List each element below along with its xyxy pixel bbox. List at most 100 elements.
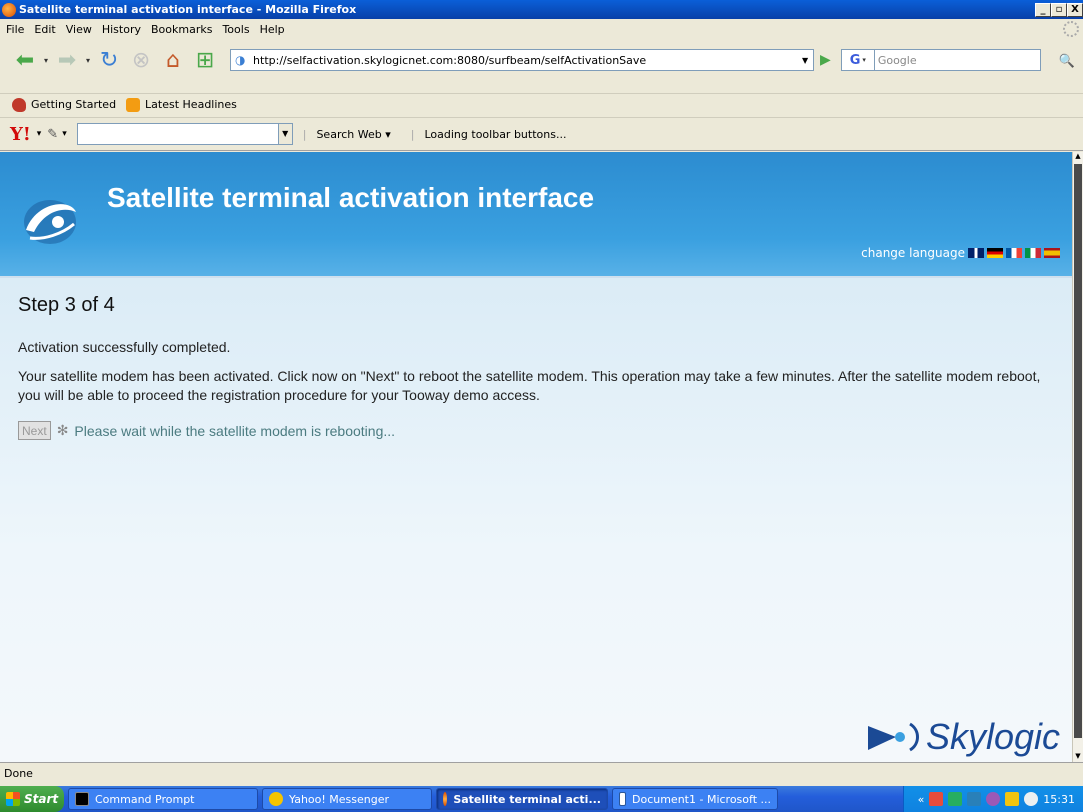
window-title: Satellite terminal activation interface … <box>19 3 357 16</box>
skylogic-satellite-logo-icon <box>24 200 76 244</box>
loading-spinner-icon: ✻ <box>56 422 69 438</box>
task-label: Yahoo! Messenger <box>289 792 390 806</box>
windows-logo-icon <box>6 792 20 806</box>
bookmarks-toolbar: Getting Started Latest Headlines <box>0 93 1083 115</box>
tray-expand-icon[interactable]: « <box>918 793 925 806</box>
menu-edit[interactable]: Edit <box>32 23 63 36</box>
change-language-label: change language <box>861 246 965 260</box>
italian-flag-icon[interactable] <box>1025 248 1041 258</box>
menu-history[interactable]: History <box>100 23 149 36</box>
start-label: Start <box>24 792 59 806</box>
yahoo-search-input[interactable] <box>76 123 279 145</box>
french-flag-icon[interactable] <box>1006 248 1022 258</box>
yahoo-dropdown-icon[interactable]: ▾ <box>37 129 42 139</box>
messenger-tray-icon[interactable] <box>986 792 1001 806</box>
tray-app-icon[interactable] <box>948 792 963 806</box>
system-tray: « 15:31 <box>903 786 1083 812</box>
start-button[interactable]: Start <box>0 786 64 812</box>
scroll-up-icon[interactable]: ▲ <box>1073 152 1083 162</box>
url-text[interactable]: http://selfactivation.skylogicnet.com:80… <box>253 54 797 67</box>
firefox-icon <box>443 792 448 806</box>
getting-started-icon <box>12 97 26 112</box>
minimize-button[interactable]: _ <box>1035 2 1051 17</box>
close-button[interactable]: X <box>1067 2 1083 17</box>
task-yahoo-messenger[interactable]: Yahoo! Messenger <box>262 788 432 810</box>
page-header: Satellite terminal activation interface … <box>0 152 1072 278</box>
language-selector: change language <box>861 246 1060 260</box>
firefox-icon <box>2 2 16 17</box>
scroll-down-icon[interactable]: ▼ <box>1073 752 1083 762</box>
yahoo-messenger-icon <box>269 792 283 806</box>
german-flag-icon[interactable] <box>987 248 1003 258</box>
step-heading: Step 3 of 4 <box>18 294 115 316</box>
pencil-dropdown-icon[interactable]: ▾ <box>62 129 67 139</box>
loading-toolbar-text: Loading toolbar buttons... <box>424 127 567 141</box>
volume-icon[interactable] <box>1024 792 1039 806</box>
scrollbar-thumb[interactable] <box>1074 164 1082 738</box>
back-dropdown-icon[interactable]: ▾ <box>44 56 48 65</box>
brand-name: Skylogic <box>925 716 1060 757</box>
throbber-icon <box>1063 21 1079 37</box>
toolbar-separator: | <box>302 127 307 141</box>
yahoo-logo[interactable]: Y! <box>10 124 31 145</box>
menu-file[interactable]: File <box>4 23 32 36</box>
url-dropdown-icon[interactable]: ▼ <box>797 56 813 65</box>
toolbar-separator: | <box>410 127 415 141</box>
page-content: Satellite terminal activation interface … <box>0 152 1072 762</box>
yahoo-search-dropdown[interactable]: ▼ <box>278 123 293 145</box>
page-icon: ◑ <box>235 53 246 67</box>
tray-chart-icon[interactable] <box>1005 792 1020 806</box>
command-prompt-icon <box>75 792 89 806</box>
menu-help[interactable]: Help <box>258 23 293 36</box>
stop-button[interactable]: ⊗ <box>128 47 154 73</box>
bookmark-getting-started[interactable]: Getting Started <box>12 97 117 112</box>
page-title: Satellite terminal activation interface <box>107 182 595 213</box>
task-word-document[interactable]: Document1 - Microsoft ... <box>612 788 778 810</box>
search-input[interactable]: Google <box>874 49 1041 71</box>
tray-vpn-icon[interactable] <box>967 792 982 806</box>
search-engine-selector[interactable]: G ▾ <box>840 49 875 71</box>
menu-tools[interactable]: Tools <box>220 23 257 36</box>
restore-button[interactable]: ▫ <box>1051 2 1067 17</box>
search-web-button[interactable]: Search Web ▾ <box>316 128 390 141</box>
uk-flag-icon[interactable] <box>968 248 984 258</box>
action-row: Next ✻ Please wait while the satellite m… <box>18 421 1054 440</box>
reload-button[interactable]: ↻ <box>96 47 122 73</box>
wait-message: Please wait while the satellite modem is… <box>74 422 396 439</box>
skylogic-logo-icon <box>867 722 919 752</box>
next-button[interactable]: Next <box>18 421 51 440</box>
window-titlebar: Satellite terminal activation interface … <box>0 0 1083 19</box>
menu-view[interactable]: View <box>64 23 100 36</box>
home-button[interactable]: ⌂ <box>160 47 186 73</box>
menu-bar: File Edit View History Bookmarks Tools H… <box>0 19 1083 39</box>
search-icon[interactable]: 🔍 <box>1059 54 1075 69</box>
url-bar[interactable]: ◑ http://selfactivation.skylogicnet.com:… <box>230 49 815 71</box>
task-firefox[interactable]: Satellite terminal acti... <box>436 788 608 810</box>
status-bar: Done <box>0 762 1083 784</box>
rss-icon <box>126 97 141 112</box>
search-web-label: Search Web <box>316 127 382 141</box>
yahoo-toolbar: Y! ▾ ✎ ▾ ▼ | Search Web ▾ | Loading tool… <box>0 117 1083 151</box>
go-button[interactable]: ▶ <box>820 52 831 68</box>
new-tab-button[interactable]: ⊞ <box>192 47 218 73</box>
pencil-icon[interactable]: ✎ <box>47 127 58 142</box>
vertical-scrollbar[interactable]: ▲ ▼ <box>1072 152 1083 762</box>
bookmark-label: Getting Started <box>31 98 117 111</box>
skylogic-brand: Skylogic <box>866 716 1060 758</box>
task-label: Satellite terminal acti... <box>453 792 601 806</box>
clock: 15:31 <box>1043 792 1075 806</box>
network-icon[interactable] <box>929 792 944 806</box>
status-message: Activation successfully completed. <box>18 339 231 355</box>
main-body: Step 3 of 4 Activation successfully comp… <box>0 278 1072 456</box>
task-command-prompt[interactable]: Command Prompt <box>68 788 258 810</box>
forward-button[interactable]: ➡ <box>54 47 80 73</box>
task-label: Document1 - Microsoft ... <box>632 792 771 806</box>
spanish-flag-icon[interactable] <box>1044 248 1060 258</box>
navigation-toolbar: ⬅ ▾ ➡ ▾ ↻ ⊗ ⌂ ⊞ ◑ http://selfactivation.… <box>0 39 1083 81</box>
menu-bookmarks[interactable]: Bookmarks <box>149 23 220 36</box>
bookmark-label: Latest Headlines <box>145 98 237 111</box>
bookmark-latest-headlines[interactable]: Latest Headlines <box>126 97 237 112</box>
back-button[interactable]: ⬅ <box>12 47 38 73</box>
forward-dropdown-icon[interactable]: ▾ <box>86 56 90 65</box>
description-text: Your satellite modem has been activated.… <box>18 368 1041 403</box>
